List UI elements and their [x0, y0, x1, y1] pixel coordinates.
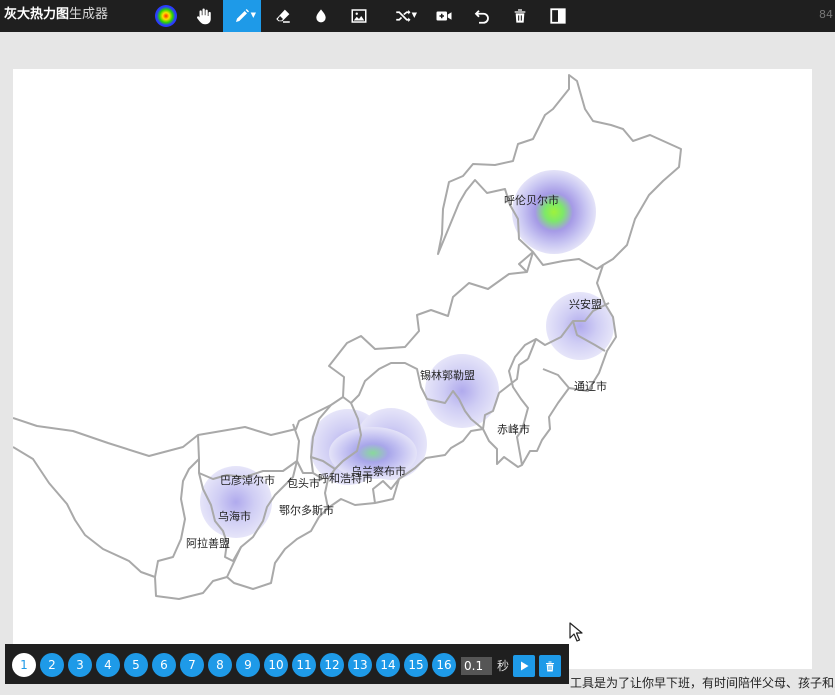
top-toolbar: 灰大热力图生成器 ▼ ▼ 84 [0, 0, 835, 32]
frame-button-2[interactable]: 2 [40, 653, 64, 677]
eraser-button[interactable] [264, 0, 302, 32]
label-hulunbuir: 呼伦贝尔市 [504, 194, 559, 207]
label-xinganmeng: 兴安盟 [569, 298, 602, 311]
clear-button[interactable] [501, 0, 539, 32]
toggle-panel-icon [550, 8, 566, 24]
label-wuhai: 乌海市 [218, 510, 251, 523]
shuffle-icon [396, 10, 411, 22]
frame-button-15[interactable]: 15 [404, 653, 428, 677]
opacity-button[interactable] [302, 0, 340, 32]
label-baotou: 包头市 [287, 477, 320, 490]
undo-button[interactable] [463, 0, 501, 32]
frame-button-8[interactable]: 8 [208, 653, 232, 677]
frame-button-3[interactable]: 3 [68, 653, 92, 677]
hand-pan-icon [196, 8, 211, 25]
label-ordos: 鄂尔多斯市 [279, 504, 334, 517]
image-icon [351, 9, 367, 23]
heatmap-canvas[interactable]: 呼伦贝尔市 兴安盟 通辽市 锡林郭勒盟 赤峰市 乌兰察布市 呼和浩特市 包头市 … [13, 69, 812, 669]
toolbar-overflow-text: 84 [819, 8, 833, 21]
heat-spot [512, 170, 596, 254]
frame-button-16[interactable]: 16 [432, 653, 456, 677]
frame-interval-input[interactable]: 0.1 [461, 657, 492, 675]
app-title-bold: 灰大热力图 [4, 7, 70, 22]
brush-icon [236, 9, 249, 22]
mouse-cursor-icon [569, 622, 583, 642]
frame-button-4[interactable]: 4 [96, 653, 120, 677]
inner-mongolia-map [13, 74, 682, 600]
frame-button-1[interactable]: 1 [12, 653, 36, 677]
heatmap-gradient-icon [155, 5, 177, 27]
chevron-down-icon: ▼ [411, 11, 417, 19]
map-boundaries [13, 74, 682, 600]
image-button[interactable] [340, 0, 378, 32]
brush-button[interactable]: ▼ [223, 0, 261, 32]
frame-button-11[interactable]: 11 [292, 653, 316, 677]
shuffle-button[interactable]: ▼ [384, 0, 422, 32]
frame-button-12[interactable]: 12 [320, 653, 344, 677]
record-video-button[interactable] [425, 0, 463, 32]
label-chifeng: 赤峰市 [497, 423, 530, 436]
footer-slogan: 工具是为了让你早下班，有时间陪伴父母、孩子和家 [570, 676, 835, 690]
frame-button-9[interactable]: 9 [236, 653, 260, 677]
undo-icon [474, 10, 489, 24]
label-hohhot: 呼和浩特市 [318, 472, 373, 485]
frame-bar: 1 2 3 4 5 6 7 8 9 10 11 12 13 14 15 16 0… [5, 644, 569, 684]
delete-frames-button[interactable] [539, 655, 561, 677]
app-title: 灰大热力图生成器 [4, 7, 108, 23]
pan-button[interactable] [185, 0, 223, 32]
record-video-icon [436, 11, 452, 21]
chevron-down-icon: ▼ [250, 11, 256, 19]
trash-icon [514, 9, 526, 23]
label-alxa: 阿拉善盟 [186, 537, 230, 550]
heatmap-gradient-button[interactable] [147, 0, 185, 32]
interval-unit-label: 秒 [497, 659, 510, 673]
label-xilingol: 锡林郭勒盟 [420, 369, 475, 382]
label-bayannur: 巴彦淖尔市 [220, 474, 275, 487]
frame-button-14[interactable]: 14 [376, 653, 400, 677]
play-button[interactable] [513, 655, 535, 677]
eraser-icon [276, 9, 290, 23]
frame-button-13[interactable]: 13 [348, 653, 372, 677]
frame-button-10[interactable]: 10 [264, 653, 288, 677]
heat-spot [425, 354, 499, 428]
frame-button-7[interactable]: 7 [180, 653, 204, 677]
play-icon [521, 661, 529, 671]
frame-button-5[interactable]: 5 [124, 653, 148, 677]
trash-icon [546, 661, 554, 671]
frame-button-6[interactable]: 6 [152, 653, 176, 677]
app-title-rest: 生成器 [69, 7, 109, 22]
toggle-panel-button[interactable] [539, 0, 577, 32]
label-tongliao: 通辽市 [574, 380, 607, 393]
opacity-drop-icon [316, 9, 326, 23]
